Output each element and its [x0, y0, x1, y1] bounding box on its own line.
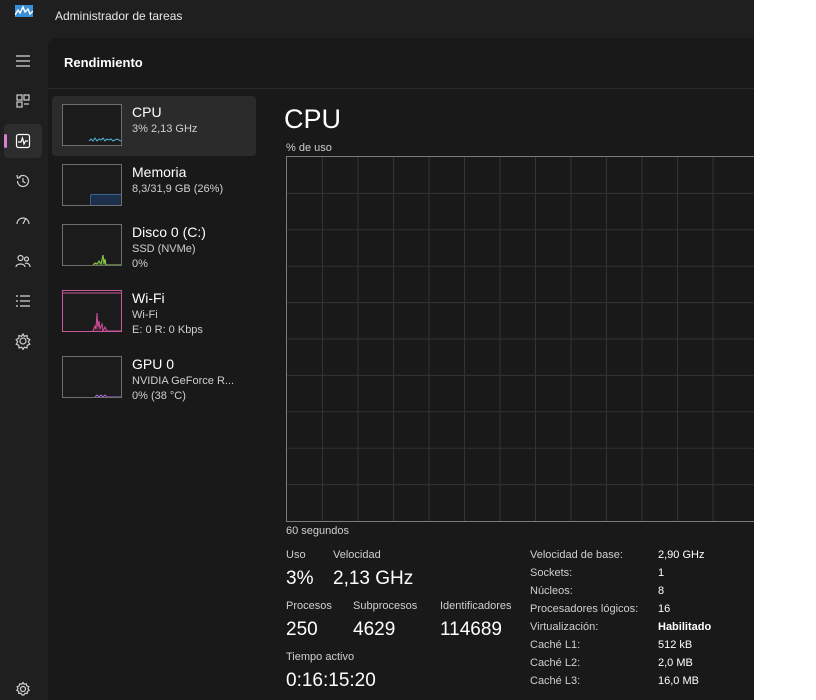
processes-icon	[16, 94, 30, 108]
device-name: GPU 0	[132, 356, 175, 372]
spec-key: Sockets:	[530, 567, 573, 579]
device-name: Wi-Fi	[132, 290, 165, 306]
disk-thumbnail	[62, 224, 122, 266]
memory-thumbnail	[62, 164, 122, 206]
active-indicator	[4, 134, 7, 148]
uptime-value: 0:16:15:20	[286, 670, 376, 691]
nav-settings[interactable]	[4, 672, 42, 700]
spec-key: Caché L1:	[530, 639, 581, 651]
performance-panel: Rendimiento CPU 3% 2,13 GHz Memoria 8,3/…	[48, 38, 754, 700]
device-name: CPU	[132, 104, 162, 120]
task-manager-window: Administrador de tareas Rendimiento CPU …	[0, 0, 754, 700]
handles-label: Identificadores	[440, 600, 512, 612]
graph-grid	[287, 157, 754, 521]
menu-button[interactable]	[4, 44, 42, 78]
spec-key: Caché L3:	[530, 675, 581, 687]
title-bar: Administrador de tareas	[0, 0, 754, 36]
threads-label: Subprocesos	[353, 600, 418, 612]
menu-icon	[16, 55, 30, 67]
spec-key: Virtualización:	[530, 621, 599, 633]
cpu-usage-graph	[286, 156, 754, 522]
speed-value: 2,13 GHz	[333, 568, 414, 589]
gpu-thumbnail	[62, 356, 122, 398]
nav-users[interactable]	[4, 244, 42, 278]
usage-label: Uso	[286, 549, 306, 561]
services-icon	[15, 332, 31, 350]
cpu-thumbnail	[62, 104, 122, 146]
spec-key: Procesadores lógicos:	[530, 603, 639, 615]
nav-performance[interactable]	[4, 124, 42, 158]
usage-value: 3%	[286, 568, 314, 589]
device-item-gpu[interactable]: GPU 0 NVIDIA GeForce R... 0% (38 °C)	[52, 348, 256, 408]
detail-title: CPU	[284, 104, 342, 134]
device-detail: NVIDIA GeForce R...	[132, 375, 235, 387]
app-icon	[15, 5, 33, 17]
device-detail-2: 0%	[132, 258, 148, 270]
page-header: Rendimiento	[48, 38, 754, 89]
device-name: Memoria	[132, 164, 187, 180]
device-name: Disco 0 (C:)	[132, 224, 206, 240]
spec-value: 16,0 MB	[658, 675, 699, 687]
nav-processes[interactable]	[4, 84, 42, 118]
nav-app-history[interactable]	[4, 164, 42, 198]
performance-icon	[15, 133, 31, 149]
nav-startup[interactable]	[4, 204, 42, 238]
spec-value: 2,0 MB	[658, 657, 693, 669]
details-icon	[16, 295, 30, 307]
threads-value: 4629	[353, 619, 396, 640]
spec-key: Caché L2:	[530, 657, 581, 669]
processes-label: Procesos	[286, 600, 332, 612]
spec-value: 16	[658, 603, 671, 615]
spec-value: 1	[658, 567, 665, 579]
device-item-disk[interactable]: Disco 0 (C:) SSD (NVMe) 0%	[52, 216, 256, 276]
device-item-wifi[interactable]: Wi-Fi Wi-Fi E: 0 R: 0 Kbps	[52, 282, 256, 342]
handles-value: 114689	[440, 619, 502, 640]
nav-details[interactable]	[4, 284, 42, 318]
users-icon	[15, 254, 31, 268]
y-axis-label: % de uso	[286, 142, 332, 154]
spec-key: Velocidad de base:	[530, 549, 623, 561]
spec-value: 8	[658, 585, 665, 597]
startup-icon	[16, 217, 30, 225]
processes-value: 250	[286, 619, 318, 640]
page-title: Rendimiento	[64, 55, 143, 70]
device-detail-2: 0% (38 °C)	[132, 390, 186, 402]
history-icon	[16, 174, 30, 188]
speed-label: Velocidad	[333, 549, 381, 561]
spec-key: Núcleos:	[530, 585, 573, 597]
spec-value: 512 kB	[658, 639, 693, 651]
device-item-memory[interactable]: Memoria 8,3/31,9 GB (26%)	[52, 156, 256, 216]
device-detail: 8,3/31,9 GB (26%)	[132, 183, 224, 195]
nav-services[interactable]	[4, 324, 42, 358]
wifi-thumbnail	[62, 290, 122, 332]
x-axis-label: 60 segundos	[286, 525, 349, 537]
device-item-cpu[interactable]: CPU 3% 2,13 GHz	[52, 96, 256, 156]
device-detail: SSD (NVMe)	[132, 243, 196, 255]
uptime-label: Tiempo activo	[286, 651, 355, 663]
device-detail-2: E: 0 R: 0 Kbps	[132, 324, 203, 336]
spec-value: 2,90 GHz	[658, 549, 705, 561]
window-title: Administrador de tareas	[55, 9, 183, 23]
device-detail: Wi-Fi	[132, 309, 158, 321]
settings-icon	[15, 681, 31, 696]
spec-value: Habilitado	[658, 621, 712, 633]
device-detail: 3% 2,13 GHz	[132, 123, 198, 135]
